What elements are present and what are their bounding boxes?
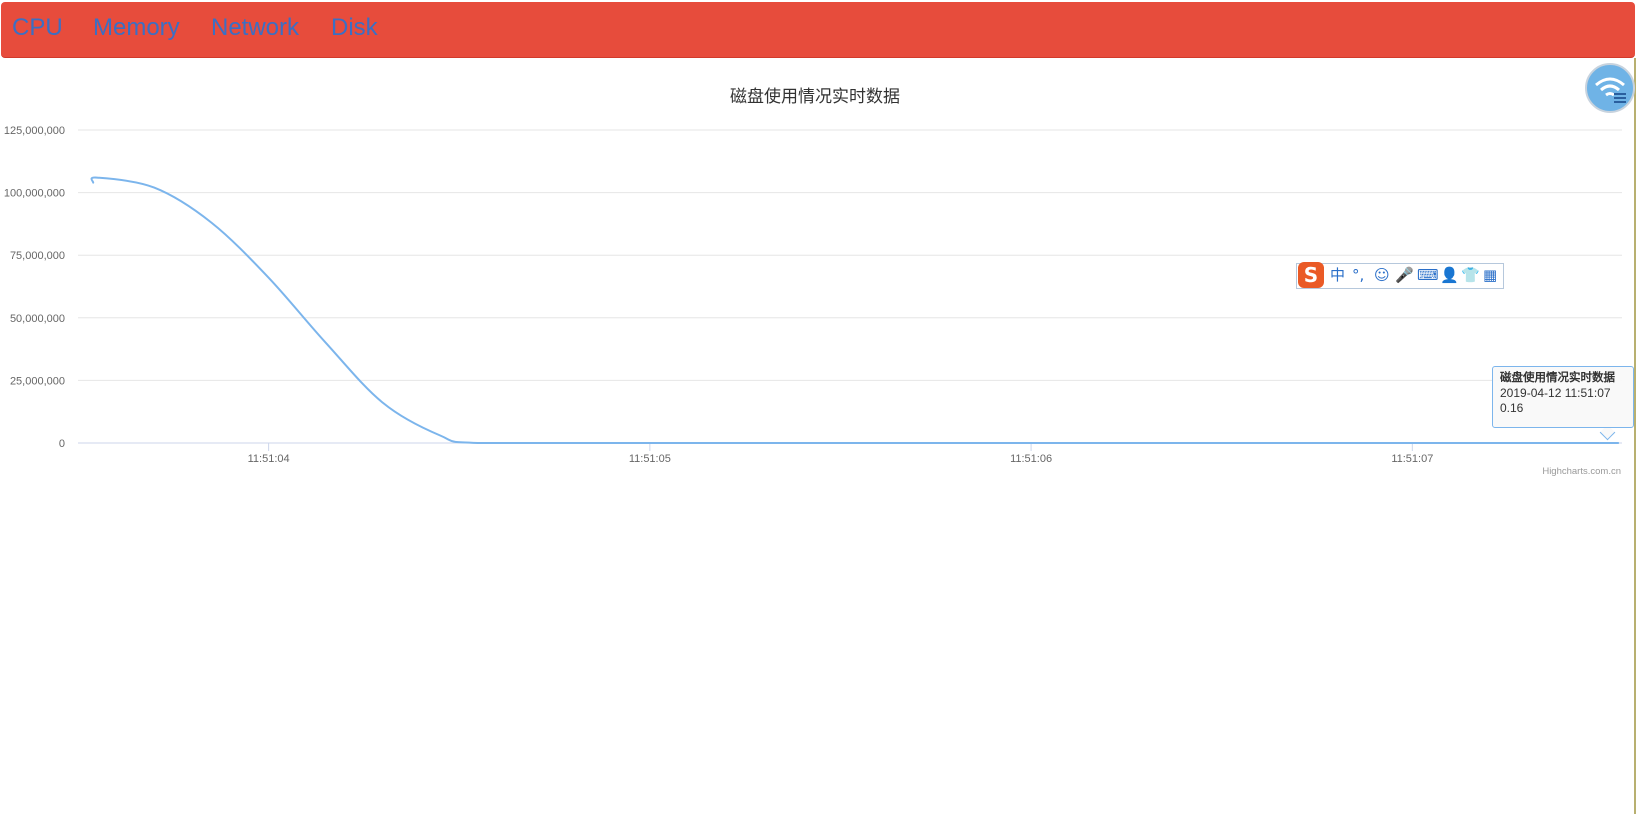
y-tick-label: 100,000,000 (4, 188, 65, 200)
y-tick-label: 0 (59, 438, 65, 450)
y-tick-label: 125,000,000 (4, 125, 65, 137)
ime-emoji-icon[interactable]: ☺ (1374, 266, 1390, 284)
ime-voice-icon[interactable]: 🎤 (1395, 266, 1414, 284)
x-axis-ticks: 11:51:04 11:51:05 11:51:06 11:51:07 (248, 443, 1433, 465)
ime-toolbox-icon[interactable]: ▦ (1483, 266, 1497, 284)
nav-item-disk[interactable]: Disk (331, 14, 378, 42)
ime-punctuation-icon[interactable]: °, (1352, 266, 1364, 284)
ime-chinese-mode-icon[interactable]: 中 (1330, 266, 1345, 284)
tooltip-value: 0.16 (1500, 401, 1524, 415)
tooltip-timestamp: 2019-04-12 11:51:07 (1500, 386, 1611, 400)
y-tick-label: 25,000,000 (10, 375, 65, 387)
floating-wifi-widget[interactable] (1585, 63, 1635, 113)
series-line-disk (90, 176, 1620, 445)
page-right-border (1634, 58, 1636, 814)
chart-tooltip: 磁盘使用情况实时数据 2019-04-12 11:51:07 0.16 (1492, 366, 1634, 428)
ime-user-icon[interactable]: 👤 (1440, 266, 1459, 284)
chart-credits[interactable]: Highcharts.com.cn (1542, 466, 1621, 477)
nav-item-memory[interactable]: Memory (93, 14, 180, 42)
x-tick-label: 11:51:07 (1391, 453, 1433, 465)
ime-skin-icon[interactable]: 👕 (1461, 266, 1480, 284)
x-tick-label: 11:51:05 (629, 453, 671, 465)
y-tick-label: 50,000,000 (10, 313, 65, 325)
tooltip-title: 磁盘使用情况实时数据 (1500, 372, 1615, 384)
x-tick-label: 11:51:04 (248, 453, 290, 465)
chart-title: 磁盘使用情况实时数据 (730, 86, 900, 106)
nav-item-network[interactable]: Network (211, 14, 299, 42)
ime-keyboard-icon[interactable]: ⌨ (1417, 266, 1439, 284)
wifi-icon (1595, 77, 1626, 103)
nav-item-cpu[interactable]: CPU (12, 14, 63, 42)
y-tick-label: 75,000,000 (10, 250, 65, 262)
y-axis-ticks: 0 25,000,000 50,000,000 75,000,000 100,000,0… (4, 125, 65, 450)
x-tick-label: 11:51:06 (1010, 453, 1052, 465)
ime-logo-icon[interactable]: S (1298, 262, 1324, 288)
